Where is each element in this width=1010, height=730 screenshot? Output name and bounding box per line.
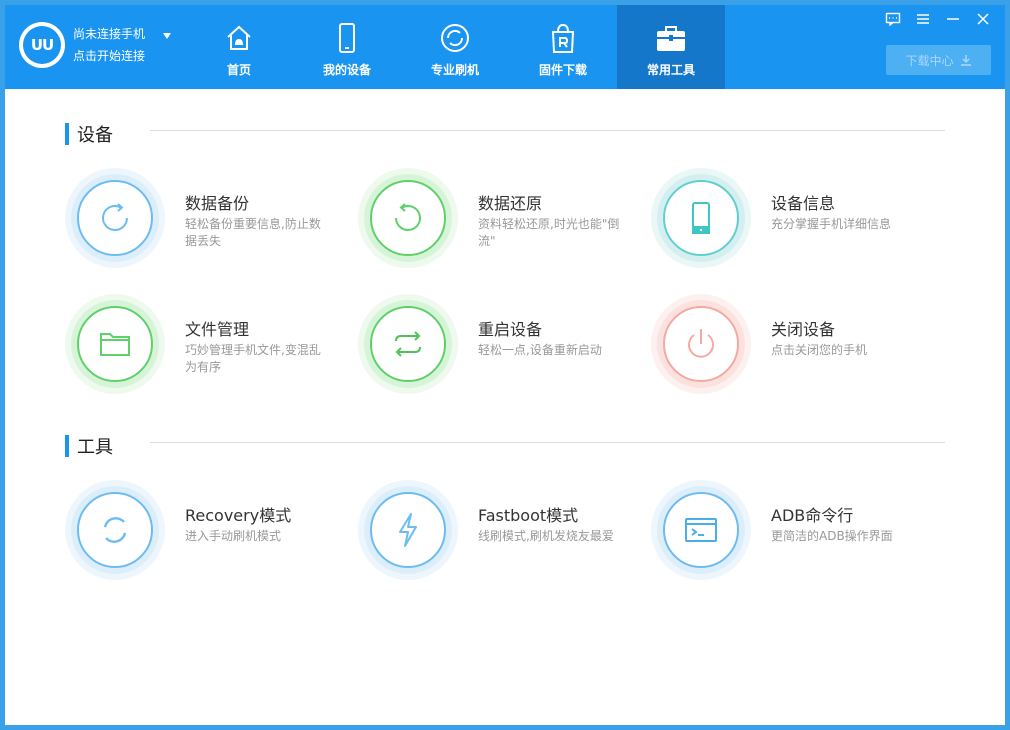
tool-title: 关闭设备: [771, 320, 836, 339]
flash-circle-icon: [438, 21, 472, 55]
download-icon: [960, 55, 971, 66]
tool-desc: 轻松备份重要信息,防止数据丢失: [185, 217, 321, 248]
tool-title: 数据备份: [185, 194, 250, 213]
main-nav: 首页 我的设备 专业刷机 固件下载 常用工具: [185, 5, 725, 89]
tool-data-restore[interactable]: 数据还原 资料轻松还原,时光也能"倒流": [358, 168, 638, 268]
tool-device-info[interactable]: 设备信息 充分掌握手机详细信息: [651, 168, 931, 268]
restore-icon: [370, 180, 446, 256]
section-marker: [65, 123, 69, 145]
minimize-icon[interactable]: [943, 11, 963, 27]
tool-title: 数据还原: [478, 194, 543, 213]
nav-label: 固件下载: [538, 63, 587, 77]
recovery-icon: [77, 492, 153, 568]
nav-common-tools[interactable]: 常用工具: [617, 5, 725, 89]
tool-title: Recovery模式: [185, 506, 292, 525]
nav-label: 首页: [226, 63, 251, 77]
nav-label: 专业刷机: [430, 63, 479, 77]
logo-text: UU: [23, 26, 61, 64]
section-tools-header: 工具: [65, 433, 113, 459]
lightning-icon: [370, 492, 446, 568]
window-controls: [883, 11, 993, 27]
section-divider: [150, 442, 945, 443]
download-center-button[interactable]: 下载中心: [886, 45, 991, 75]
download-center-label: 下载中心: [905, 53, 954, 68]
device-info-icon: [663, 180, 739, 256]
section-marker: [65, 435, 69, 457]
terminal-icon: [663, 492, 739, 568]
tool-title: 重启设备: [478, 320, 543, 339]
tool-desc: 线刷模式,刷机发烧友最爱: [478, 529, 614, 543]
android-home-icon: [222, 21, 256, 55]
tool-data-backup[interactable]: 数据备份 轻松备份重要信息,防止数据丢失: [65, 168, 345, 268]
connect-phone-area[interactable]: UU 尚未连接手机 点击开始连接: [19, 22, 145, 68]
rom-bag-icon: [546, 21, 580, 55]
power-icon: [663, 306, 739, 382]
tool-desc: 轻松一点,设备重新启动: [478, 343, 602, 357]
titlebar: UU 尚未连接手机 点击开始连接 首页 我的设备 专业刷机 固件下载 常用工具 …: [5, 5, 1005, 89]
tool-title: ADB命令行: [771, 506, 854, 525]
nav-label: 我的设备: [322, 63, 371, 77]
tool-desc: 进入手动刷机模式: [185, 529, 282, 543]
tool-file-manager[interactable]: 文件管理 巧妙管理手机文件,变混乱为有序: [65, 294, 345, 394]
app-logo: UU: [19, 22, 65, 68]
folder-icon: [77, 306, 153, 382]
tool-reboot-device[interactable]: 重启设备 轻松一点,设备重新启动: [358, 294, 638, 394]
nav-my-device[interactable]: 我的设备: [293, 5, 401, 89]
phone-icon: [330, 21, 364, 55]
tool-title: 设备信息: [771, 194, 836, 213]
user-dropdown-icon[interactable]: [163, 33, 171, 39]
app-window: UU 尚未连接手机 点击开始连接 首页 我的设备 专业刷机 固件下载 常用工具 …: [5, 5, 1005, 725]
section-divider: [150, 130, 945, 131]
menu-icon[interactable]: [913, 11, 933, 27]
tool-desc: 更简洁的ADB操作界面: [771, 529, 893, 543]
nav-home[interactable]: 首页: [185, 5, 293, 89]
connection-status: 尚未连接手机: [73, 27, 146, 41]
close-icon[interactable]: [973, 11, 993, 27]
tool-recovery-mode[interactable]: Recovery模式 进入手动刷机模式: [65, 480, 345, 580]
tool-desc: 充分掌握手机详细信息: [771, 217, 892, 231]
connect-link[interactable]: 点击开始连接: [73, 45, 145, 67]
tool-shutdown-device[interactable]: 关闭设备 点击关闭您的手机: [651, 294, 931, 394]
tool-desc: 点击关闭您的手机: [771, 343, 868, 357]
section-title: 设备: [77, 125, 113, 146]
tool-adb-terminal[interactable]: ADB命令行 更简洁的ADB操作界面: [651, 480, 931, 580]
tool-desc: 资料轻松还原,时光也能"倒流": [478, 217, 620, 248]
section-device-header: 设备: [65, 121, 113, 147]
nav-pro-flash[interactable]: 专业刷机: [401, 5, 509, 89]
nav-firmware-download[interactable]: 固件下载: [509, 5, 617, 89]
backup-icon: [77, 180, 153, 256]
tool-title: 文件管理: [185, 320, 250, 339]
tool-desc: 巧妙管理手机文件,变混乱为有序: [185, 343, 321, 374]
nav-label: 常用工具: [646, 63, 695, 77]
feedback-icon[interactable]: [883, 11, 903, 27]
toolbox-icon: [654, 21, 688, 55]
reboot-icon: [370, 306, 446, 382]
tool-title: Fastboot模式: [478, 506, 579, 525]
section-title: 工具: [77, 437, 113, 458]
tool-fastboot-mode[interactable]: Fastboot模式 线刷模式,刷机发烧友最爱: [358, 480, 638, 580]
